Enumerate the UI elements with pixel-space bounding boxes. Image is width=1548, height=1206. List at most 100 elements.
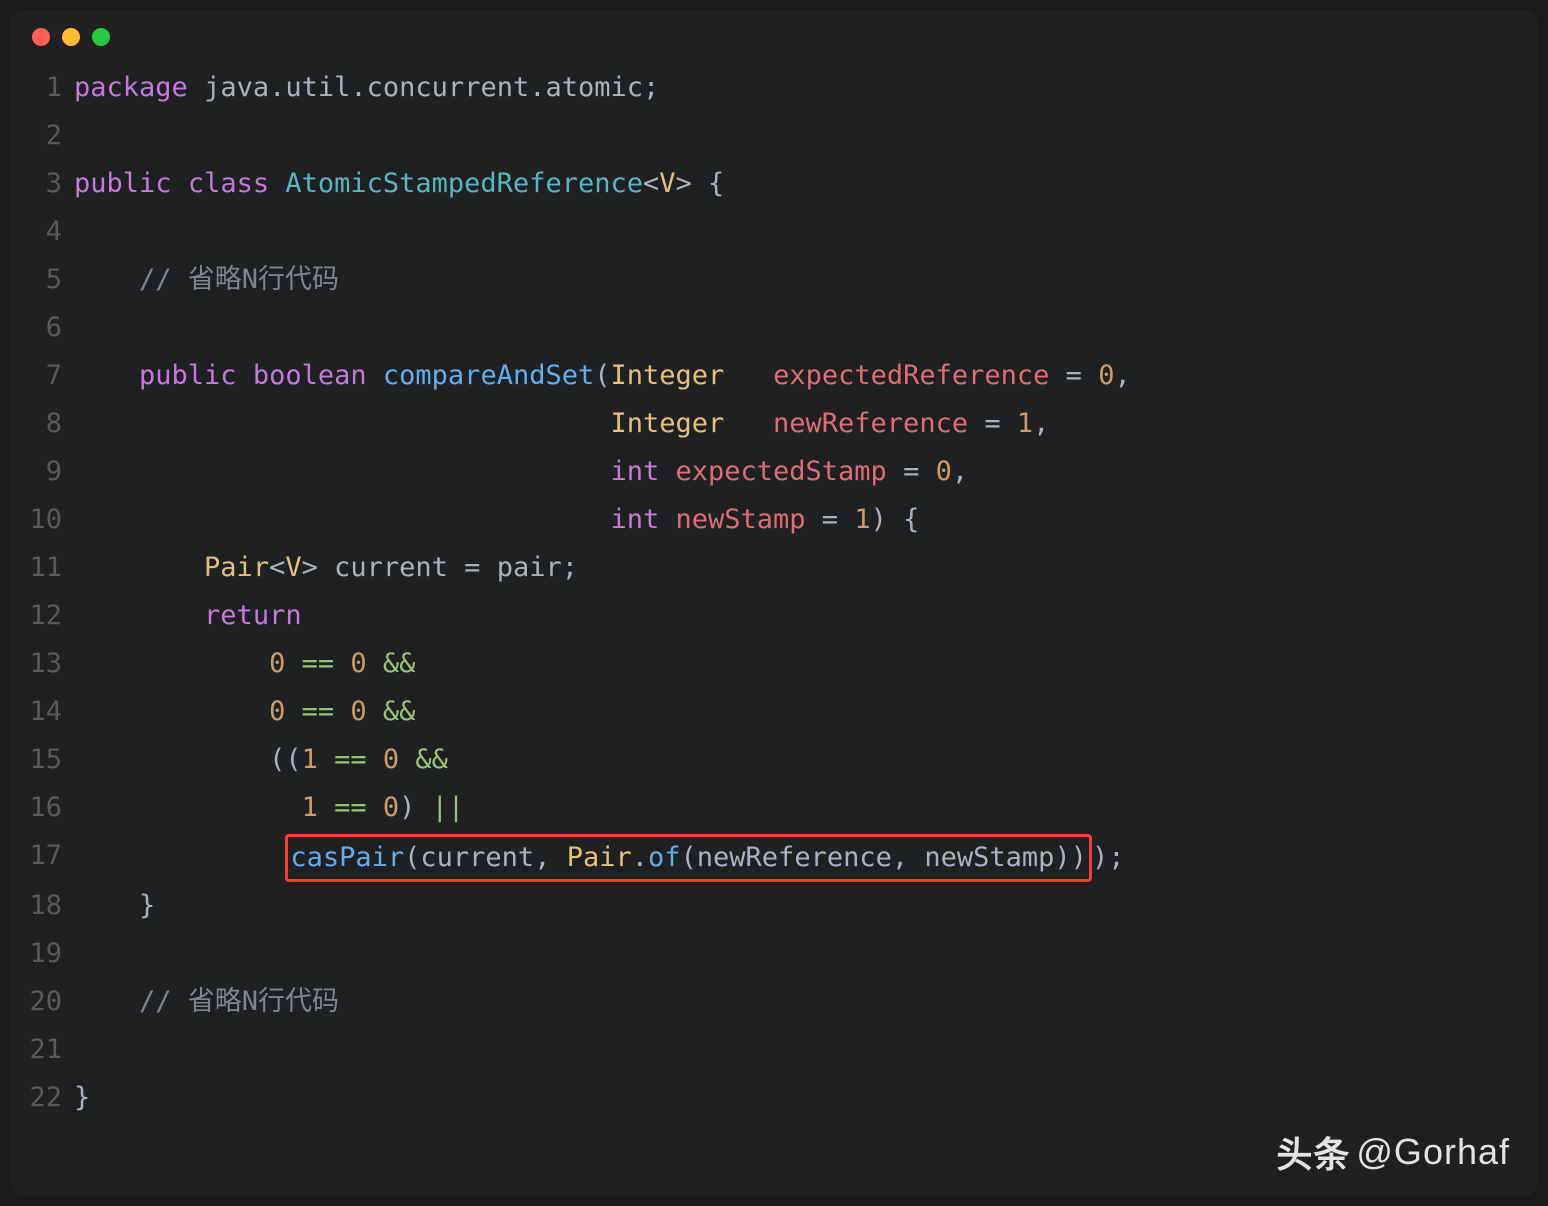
code-token: ;: [562, 552, 578, 583]
line-number: 11: [18, 544, 74, 592]
code-content: }: [74, 882, 155, 930]
code-token: [188, 72, 204, 103]
code-token: [74, 552, 204, 583]
code-token: ==: [334, 744, 367, 775]
code-token: [367, 360, 383, 391]
code-token: expectedReference: [773, 360, 1049, 391]
code-token: // 省略N行代码: [139, 986, 339, 1017]
code-token: 0: [383, 744, 399, 775]
code-token: [237, 360, 253, 391]
code-token: util: [285, 72, 350, 103]
code-token: [659, 456, 675, 487]
code-content: public boolean compareAndSet(Integer exp…: [74, 352, 1131, 400]
code-token: return: [204, 600, 302, 631]
highlight-box: casPair(current, Pair.of(newReference, n…: [285, 834, 1092, 882]
code-token: newStamp: [675, 504, 805, 535]
code-token: }: [74, 1082, 90, 1113]
code-token: ,: [952, 456, 968, 487]
code-token: current: [334, 552, 448, 583]
code-content: Integer newReference = 1,: [74, 400, 1049, 448]
code-token: newReference: [697, 842, 892, 873]
line-number: 16: [18, 784, 74, 832]
code-token: public: [74, 168, 172, 199]
code-content: return: [74, 592, 302, 640]
code-token: [172, 168, 188, 199]
line-number: 17: [18, 832, 74, 882]
code-line: 14 0 == 0 &&: [18, 688, 1530, 736]
code-token: &&: [415, 744, 448, 775]
code-token: [285, 696, 301, 727]
code-token: [399, 744, 415, 775]
code-token: > {: [676, 168, 725, 199]
code-token: int: [610, 504, 659, 535]
code-content: 0 == 0 &&: [74, 640, 415, 688]
code-token: ) {: [871, 504, 920, 535]
code-token: [74, 504, 610, 535]
code-token: [318, 792, 334, 823]
code-line: 1package java.util.concurrent.atomic;: [18, 64, 1530, 112]
code-token: >: [302, 552, 335, 583]
code-content: Pair<V> current = pair;: [74, 544, 578, 592]
code-token: 0: [1098, 360, 1114, 391]
code-token: [74, 600, 204, 631]
code-token: =: [968, 408, 1017, 439]
code-content: 0 == 0 &&: [74, 688, 415, 736]
line-number: 10: [18, 496, 74, 544]
code-content: int newStamp = 1) {: [74, 496, 919, 544]
code-line: 20 // 省略N行代码: [18, 978, 1530, 1026]
code-token: [74, 648, 269, 679]
code-token: Integer: [611, 360, 725, 391]
code-content: ((1 == 0 &&: [74, 736, 448, 784]
code-token: [367, 744, 383, 775]
code-content: casPair(current, Pair.of(newReference, n…: [74, 832, 1124, 882]
code-token: 1: [1017, 408, 1033, 439]
code-token: [367, 648, 383, 679]
code-token: [74, 408, 610, 439]
code-content: int expectedStamp = 0,: [74, 448, 968, 496]
code-token: V: [285, 552, 301, 583]
code-token: &&: [383, 648, 416, 679]
code-token: );: [1092, 842, 1125, 873]
line-number: 3: [18, 160, 74, 208]
code-line: 2: [18, 112, 1530, 160]
code-token: java: [204, 72, 269, 103]
line-number: 15: [18, 736, 74, 784]
code-token: package: [74, 72, 188, 103]
zoom-icon[interactable]: [92, 28, 110, 46]
code-token: =: [806, 504, 855, 535]
code-line: 21: [18, 1026, 1530, 1074]
code-token: expectedStamp: [675, 456, 886, 487]
code-line: 8 Integer newReference = 1,: [18, 400, 1530, 448]
code-content: package java.util.concurrent.atomic;: [74, 64, 659, 112]
line-number: 5: [18, 256, 74, 304]
code-token: ,: [534, 842, 567, 873]
code-token: Pair: [567, 842, 632, 873]
watermark-author: @Gorhaf: [1356, 1131, 1510, 1173]
code-token: [659, 504, 675, 535]
line-number: 20: [18, 978, 74, 1026]
code-line: 9 int expectedStamp = 0,: [18, 448, 1530, 496]
code-line: 18 }: [18, 882, 1530, 930]
code-token: [318, 744, 334, 775]
code-token: [74, 360, 139, 391]
code-line: 10 int newStamp = 1) {: [18, 496, 1530, 544]
code-token: <: [269, 552, 285, 583]
code-token: V: [659, 168, 675, 199]
watermark: 头条 @Gorhaf: [1276, 1126, 1510, 1178]
code-content: 1 == 0) ||: [74, 784, 464, 832]
code-token: [334, 696, 350, 727]
close-icon[interactable]: [32, 28, 50, 46]
code-token: compareAndSet: [383, 360, 594, 391]
code-token: (: [404, 842, 420, 873]
code-line: 22}: [18, 1074, 1530, 1122]
code-token: .: [632, 842, 648, 873]
code-token: public: [139, 360, 237, 391]
code-token: 0: [936, 456, 952, 487]
code-token: [285, 648, 301, 679]
code-token: .: [269, 72, 285, 103]
code-token: int: [610, 456, 659, 487]
minimize-icon[interactable]: [62, 28, 80, 46]
code-content: // 省略N行代码: [74, 256, 339, 304]
line-number: 14: [18, 688, 74, 736]
code-token: pair: [497, 552, 562, 583]
